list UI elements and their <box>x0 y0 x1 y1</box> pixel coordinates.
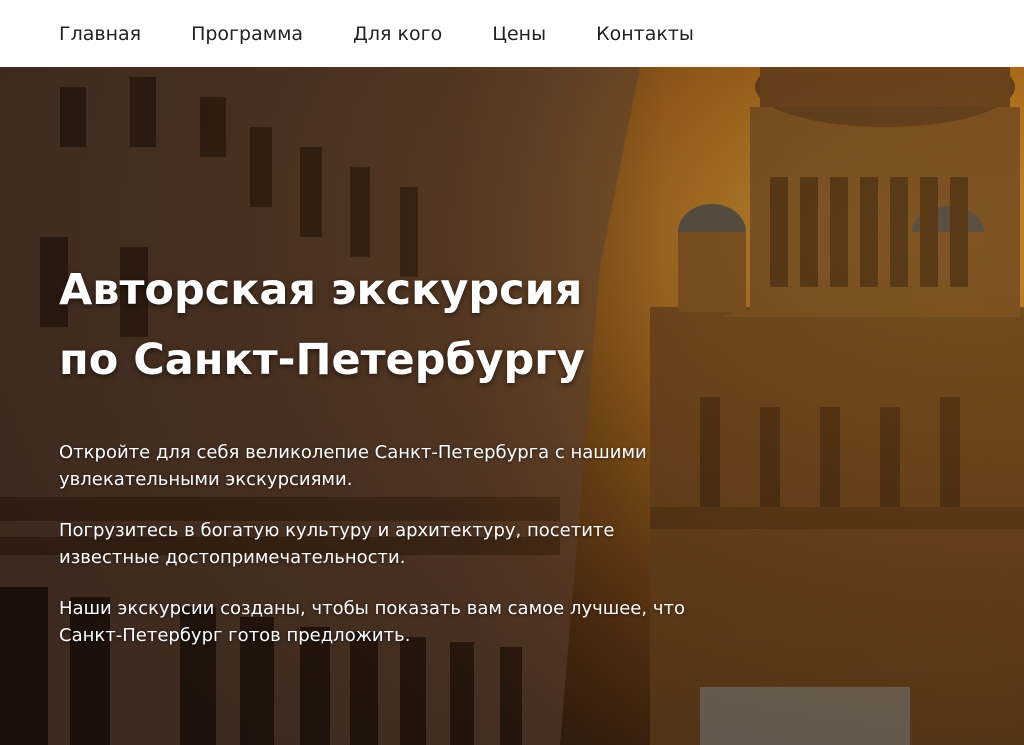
hero-title-line-2: по Санкт-Петербургу <box>59 335 585 385</box>
hero-title-line-1: Авторская экскурсия <box>59 265 583 315</box>
hero-paragraph-3: Наши экскурсии созданы, чтобы показать в… <box>59 598 685 646</box>
hero-paragraph-2: Погрузитесь в богатую культуру и архитек… <box>59 520 615 568</box>
hero-content: Авторская экскурсия по Санкт-Петербургу … <box>59 255 699 673</box>
hero-section: Авторская экскурсия по Санкт-Петербургу … <box>0 67 1024 745</box>
hero-paragraph-1: Откройте для себя великолепие Санкт-Пете… <box>59 442 647 490</box>
top-navigation: Главная Программа Для кого Цены Контакты <box>0 0 1024 67</box>
nav-link-home[interactable]: Главная <box>59 23 141 45</box>
nav-link-prices[interactable]: Цены <box>492 23 546 45</box>
nav-link-contacts[interactable]: Контакты <box>596 23 694 45</box>
hero-title: Авторская экскурсия по Санкт-Петербургу <box>59 255 699 395</box>
nav-link-audience[interactable]: Для кого <box>353 23 442 45</box>
nav-link-program[interactable]: Программа <box>191 23 303 45</box>
